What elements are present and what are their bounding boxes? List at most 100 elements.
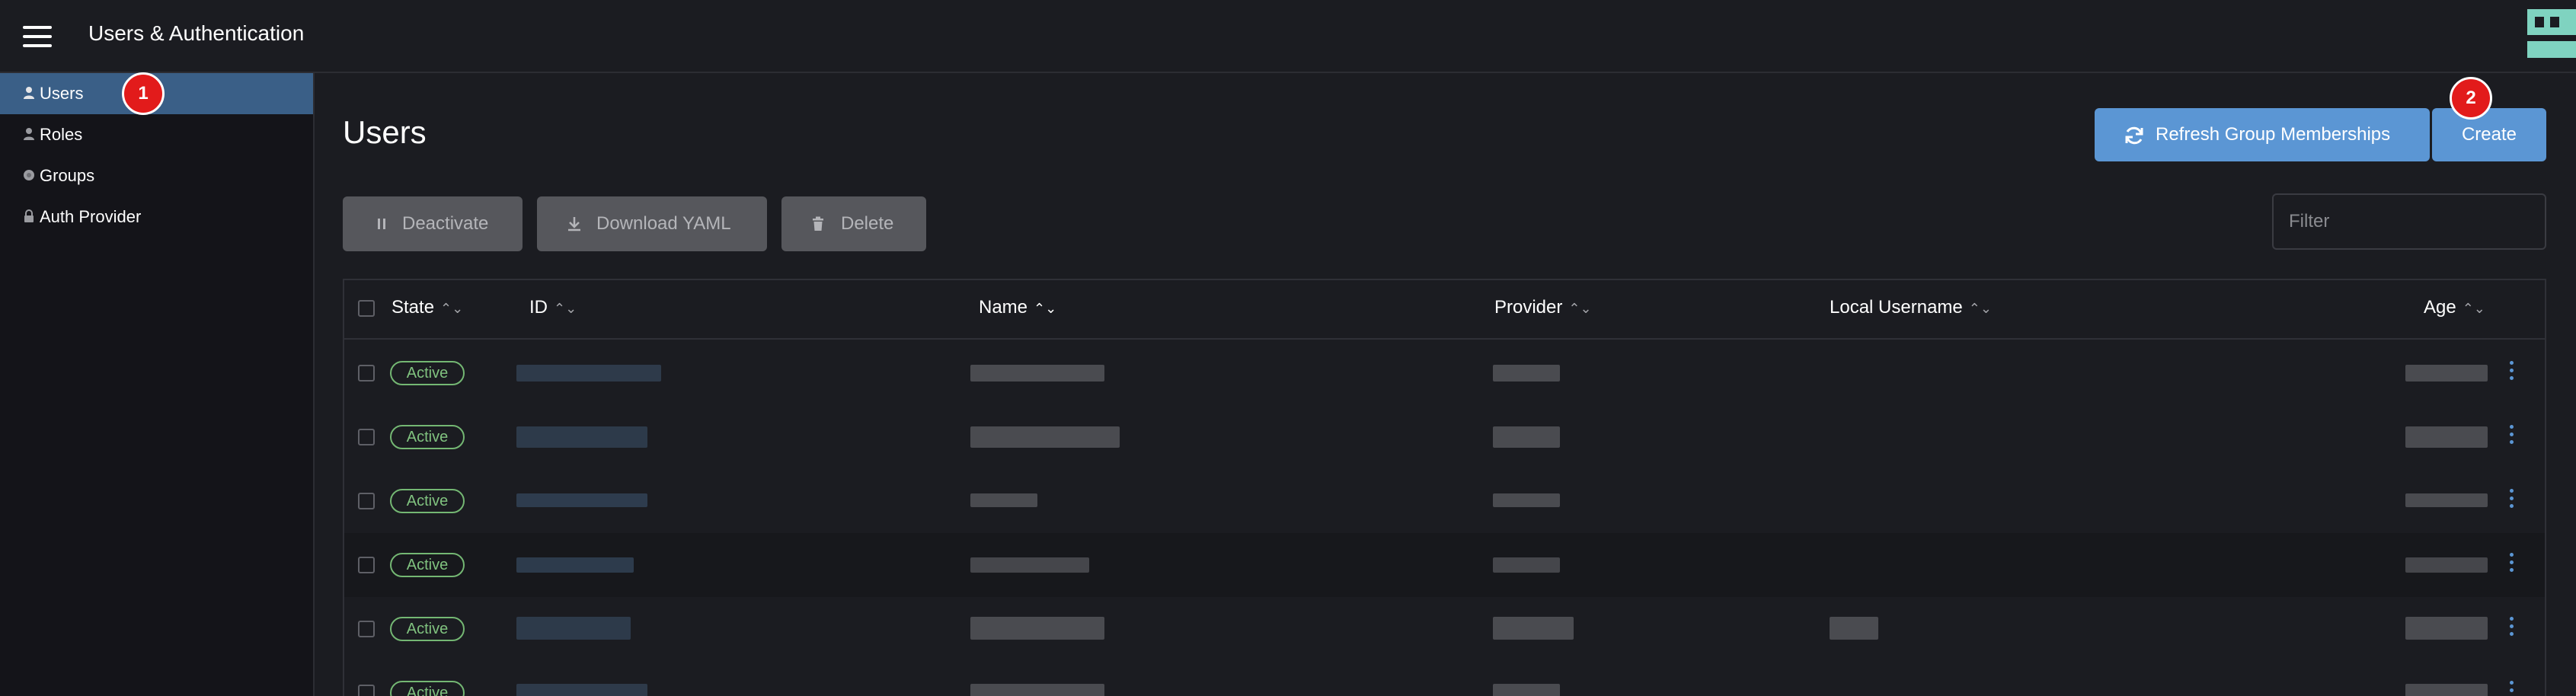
redacted-name [970,684,1104,696]
users-table: State ⌃⌄ ID ⌃⌄ Name ⌃⌄ Provider ⌃⌄ Local Use… [343,279,2546,696]
row-checkbox[interactable] [358,429,375,445]
user-icon [24,87,34,99]
pause-icon [378,219,385,229]
sort-icon: ⌃⌄ [2462,301,2485,316]
download-yaml-button[interactable]: Download YAML [537,196,767,251]
column-header-local-username[interactable]: Local Username ⌃⌄ [1830,297,1992,318]
redacted-provider [1493,426,1560,448]
redacted-age [2405,684,2488,696]
redacted-age [2405,493,2488,507]
table-row[interactable]: Active [344,533,2545,597]
refresh-button-label: Refresh Group Memberships [2156,124,2391,145]
column-header-id[interactable]: ID ⌃⌄ [529,297,577,318]
redacted-local-username [1830,617,1878,640]
redacted-provider [1493,617,1574,640]
column-label: Local Username [1830,297,1963,318]
table-row[interactable]: Active [344,405,2545,469]
status-badge: Active [390,553,465,577]
lock-icon [24,209,34,222]
deactivate-label: Deactivate [402,213,489,234]
row-actions-menu-icon[interactable] [2507,617,2515,643]
redacted-name [970,617,1104,640]
column-header-provider[interactable]: Provider ⌃⌄ [1494,297,1592,318]
top-header: Users & Authentication [0,0,2576,73]
row-checkbox[interactable] [358,493,375,509]
column-label: ID [529,297,548,318]
redacted-age [2405,365,2488,382]
column-label: Name [979,297,1028,318]
sidebar-item-label: Roles [40,125,83,144]
row-actions-menu-icon[interactable] [2507,553,2515,579]
sidebar-item-label: Groups [40,166,95,185]
sidebar-item-roles[interactable]: Roles [0,114,313,155]
table-row[interactable]: Active [344,661,2545,696]
redacted-provider [1493,365,1560,382]
redacted-provider [1493,557,1560,573]
deactivate-button[interactable]: Deactivate [343,196,523,251]
sidebar-item-groups[interactable]: Groups [0,155,313,196]
step-badge-1: 1 [122,72,165,115]
sort-icon: ⌃⌄ [1968,301,1992,316]
step-badge-2: 2 [2450,77,2492,120]
trash-icon [813,216,823,231]
select-all-checkbox[interactable] [358,300,375,317]
status-badge: Active [390,617,465,641]
redacted-name [970,493,1037,507]
sidebar: Users Roles Groups Auth Provider [0,73,315,696]
sort-icon: ⌃⌄ [1568,301,1592,316]
redacted-id [516,365,661,382]
hamburger-menu-icon[interactable] [23,26,52,47]
row-actions-menu-icon[interactable] [2507,361,2515,387]
create-button[interactable]: Create [2432,108,2546,161]
delete-button[interactable]: Delete [781,196,926,251]
table-row[interactable]: Active [344,341,2545,405]
row-checkbox[interactable] [358,365,375,382]
column-header-age[interactable]: Age ⌃⌄ [2424,297,2485,318]
redacted-id [516,617,631,640]
row-actions-menu-icon[interactable] [2507,489,2515,515]
redacted-id [516,426,647,448]
row-checkbox[interactable] [358,557,375,573]
redacted-age [2405,557,2488,573]
sidebar-item-auth-provider[interactable]: Auth Provider [0,196,313,238]
redacted-age [2405,426,2488,448]
row-checkbox[interactable] [358,621,375,637]
download-yaml-label: Download YAML [596,213,731,234]
avatar[interactable] [2527,9,2576,58]
redacted-provider [1493,493,1560,507]
redacted-provider [1493,684,1560,696]
row-actions-menu-icon[interactable] [2507,425,2515,451]
row-checkbox[interactable] [358,685,375,696]
column-header-state[interactable]: State ⌃⌄ [392,297,463,318]
column-label: Age [2424,297,2456,318]
redacted-name [970,365,1104,382]
refresh-icon [2125,126,2143,145]
user-icon [24,128,34,140]
status-badge: Active [390,361,465,385]
sort-icon: ⌃⌄ [440,301,464,316]
redacted-age [2405,617,2488,640]
table-row[interactable]: Active [344,469,2545,533]
status-badge: Active [390,681,465,696]
sort-icon: ⌃⌄ [554,301,577,316]
status-badge: Active [390,425,465,449]
page-title: Users [343,114,427,150]
redacted-id [516,493,647,507]
header-title: Users & Authentication [88,21,305,45]
sidebar-item-label: Auth Provider [40,207,142,226]
redacted-id [516,557,634,573]
group-icon [24,170,34,180]
filter-input[interactable] [2272,193,2546,250]
column-label: Provider [1494,297,1563,318]
row-actions-menu-icon[interactable] [2507,681,2515,696]
table-row[interactable]: Active [344,597,2545,661]
column-header-name[interactable]: Name ⌃⌄ [979,297,1056,318]
sort-down-icon: ⌃⌄ [1034,301,1057,316]
status-badge: Active [390,489,465,513]
redacted-id [516,684,647,696]
sidebar-item-label: Users [40,84,84,103]
refresh-group-memberships-button[interactable]: Refresh Group Memberships [2095,108,2430,161]
redacted-name [970,557,1089,573]
column-label: State [392,297,435,318]
delete-label: Delete [841,213,894,234]
